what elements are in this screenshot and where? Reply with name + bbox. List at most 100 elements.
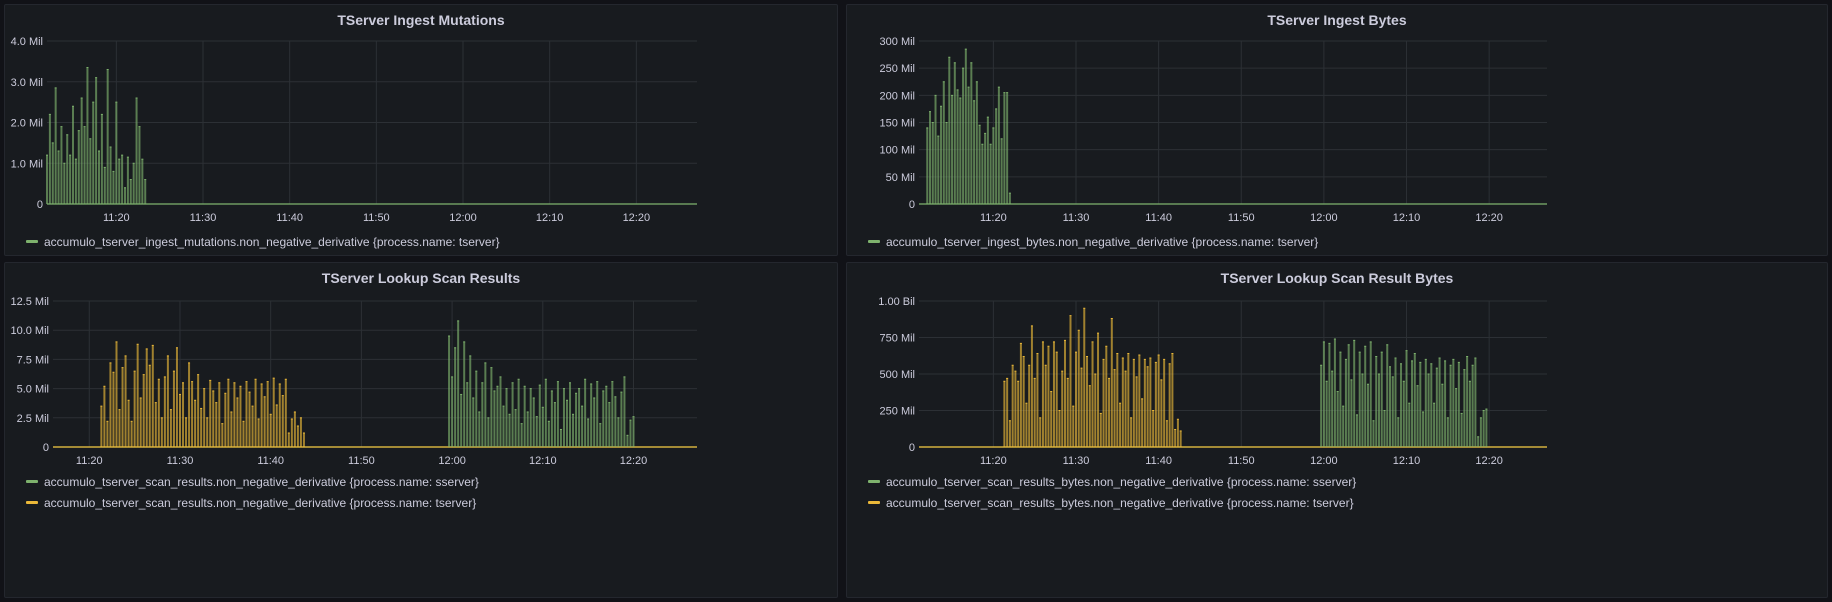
data-bar — [77, 130, 80, 204]
data-bar — [602, 390, 605, 447]
series-color-swatch — [868, 501, 880, 504]
data-bar — [929, 111, 932, 204]
y-tick-label: 0 — [909, 199, 915, 211]
x-tick-label: 12:20 — [1475, 212, 1503, 224]
data-bar — [1168, 363, 1171, 447]
data-bar — [51, 142, 54, 204]
data-bar — [505, 388, 508, 447]
data-bar — [632, 416, 635, 447]
data-bar — [89, 138, 92, 204]
y-tick-label: 12.5 Mil — [10, 296, 49, 308]
series-color-swatch — [26, 480, 38, 483]
legend-item-sserver[interactable]: accumulo_tserver_scan_results_bytes.non_… — [868, 471, 1356, 492]
data-bar — [1116, 353, 1119, 447]
x-tick-label: 11:50 — [1228, 212, 1255, 224]
data-bar — [115, 341, 118, 447]
data-bar — [299, 417, 302, 447]
data-bar — [511, 382, 514, 447]
data-bar — [1444, 360, 1447, 447]
data-bar — [136, 344, 139, 447]
chart-scan-result-bytes[interactable]: 0 250 Mil 500 Mil 750 Mil 1.00 Bil 11:20 11:30… — [847, 263, 1828, 483]
data-bar — [1069, 315, 1072, 447]
data-bar — [121, 155, 124, 204]
series-color-swatch — [26, 501, 38, 504]
data-bar — [1113, 369, 1116, 447]
data-bar — [550, 390, 553, 447]
data-bar — [1474, 357, 1477, 447]
data-bar — [484, 362, 487, 447]
data-bar — [1322, 341, 1325, 447]
legend-item-tserver[interactable]: accumulo_tserver_ingest_bytes.non_negati… — [868, 231, 1318, 252]
panel-ingest-mutations[interactable]: TServer Ingest Mutations 0 1.0 Mil 2.0 Mil… — [4, 4, 838, 256]
data-bar — [948, 57, 951, 204]
data-bar — [1066, 378, 1069, 447]
data-bar — [578, 388, 581, 447]
data-bar — [148, 365, 151, 447]
data-bar — [451, 376, 454, 447]
data-bar — [1466, 356, 1469, 447]
data-bar — [541, 407, 544, 447]
legend-item-sserver[interactable]: accumulo_tserver_scan_results.non_negati… — [26, 471, 479, 492]
data-bar — [587, 418, 590, 447]
data-bar — [109, 146, 112, 204]
data-bar — [145, 348, 148, 447]
data-bar — [212, 390, 215, 447]
data-bar — [144, 179, 147, 204]
y-tick-label: 500 Mil — [880, 369, 915, 381]
data-bar — [1088, 385, 1091, 447]
chart-scan-results[interactable]: 0 2.5 Mil 5.0 Mil 7.5 Mil 10.0 Mil 12.5 Mil 11… — [5, 263, 838, 483]
data-bar — [1449, 365, 1452, 447]
data-bar — [535, 416, 538, 447]
data-bar — [457, 320, 460, 447]
data-bar — [1482, 410, 1485, 447]
data-bar — [940, 106, 943, 204]
data-bar — [565, 400, 568, 447]
y-tick-label: 0 — [37, 199, 43, 211]
data-bar — [138, 126, 141, 204]
data-bar — [1358, 352, 1361, 447]
series-bars — [1320, 338, 1488, 447]
y-tick-label: 10.0 Mil — [10, 325, 49, 337]
data-bar — [502, 406, 505, 447]
data-bar — [115, 102, 118, 204]
panel-ingest-bytes[interactable]: TServer Ingest Bytes 0 50 Mil 100 Mil 150 M… — [846, 4, 1828, 256]
data-bar — [1008, 420, 1011, 447]
chart-ingest-bytes[interactable]: 0 50 Mil 100 Mil 150 Mil 200 Mil 250 Mil 300 M… — [847, 5, 1828, 256]
data-bar — [1135, 376, 1138, 447]
panel-scan-result-bytes[interactable]: TServer Lookup Scan Result Bytes 0 250 Mi… — [846, 262, 1828, 598]
data-bar — [106, 421, 109, 447]
data-bar — [1099, 413, 1102, 447]
data-bar — [1477, 436, 1480, 447]
data-bar — [169, 409, 172, 447]
data-bar — [575, 393, 578, 447]
data-bar — [1152, 410, 1155, 447]
data-bar — [1030, 325, 1033, 447]
data-bar — [281, 395, 284, 447]
data-bar — [620, 392, 623, 447]
dashboard: TServer Ingest Mutations 0 1.0 Mil 2.0 Mil… — [0, 0, 1832, 602]
panel-scan-results[interactable]: TServer Lookup Scan Results 0 2.5 Mil 5.0 … — [4, 262, 838, 598]
y-tick-label: 2.5 Mil — [17, 413, 49, 425]
data-bar — [1339, 352, 1342, 447]
data-bar — [1000, 138, 1003, 204]
y-tick-label: 750 Mil — [880, 333, 915, 345]
legend-item-tserver[interactable]: accumulo_tserver_ingest_mutations.non_ne… — [26, 231, 500, 252]
data-bar — [109, 362, 112, 447]
data-bar — [1468, 381, 1471, 447]
data-bar — [1050, 391, 1053, 447]
legend-item-tserver[interactable]: accumulo_tserver_scan_results_bytes.non_… — [868, 492, 1356, 513]
data-bar — [559, 429, 562, 447]
data-bar — [975, 81, 978, 204]
data-bar — [1044, 365, 1047, 447]
chart-ingest-mutations[interactable]: 0 1.0 Mil 2.0 Mil 3.0 Mil 4.0 Mil 11:20 11:30 1… — [5, 5, 838, 256]
data-bar — [942, 81, 945, 204]
data-bar — [121, 367, 124, 447]
legend-item-tserver[interactable]: accumulo_tserver_scan_results.non_negati… — [26, 492, 479, 513]
data-bar — [1435, 368, 1438, 447]
data-bar — [562, 388, 565, 447]
data-bar — [1424, 359, 1427, 447]
data-bar — [103, 386, 106, 447]
data-bar — [1008, 193, 1011, 204]
data-bar — [1058, 410, 1061, 447]
data-bar — [1355, 414, 1358, 447]
